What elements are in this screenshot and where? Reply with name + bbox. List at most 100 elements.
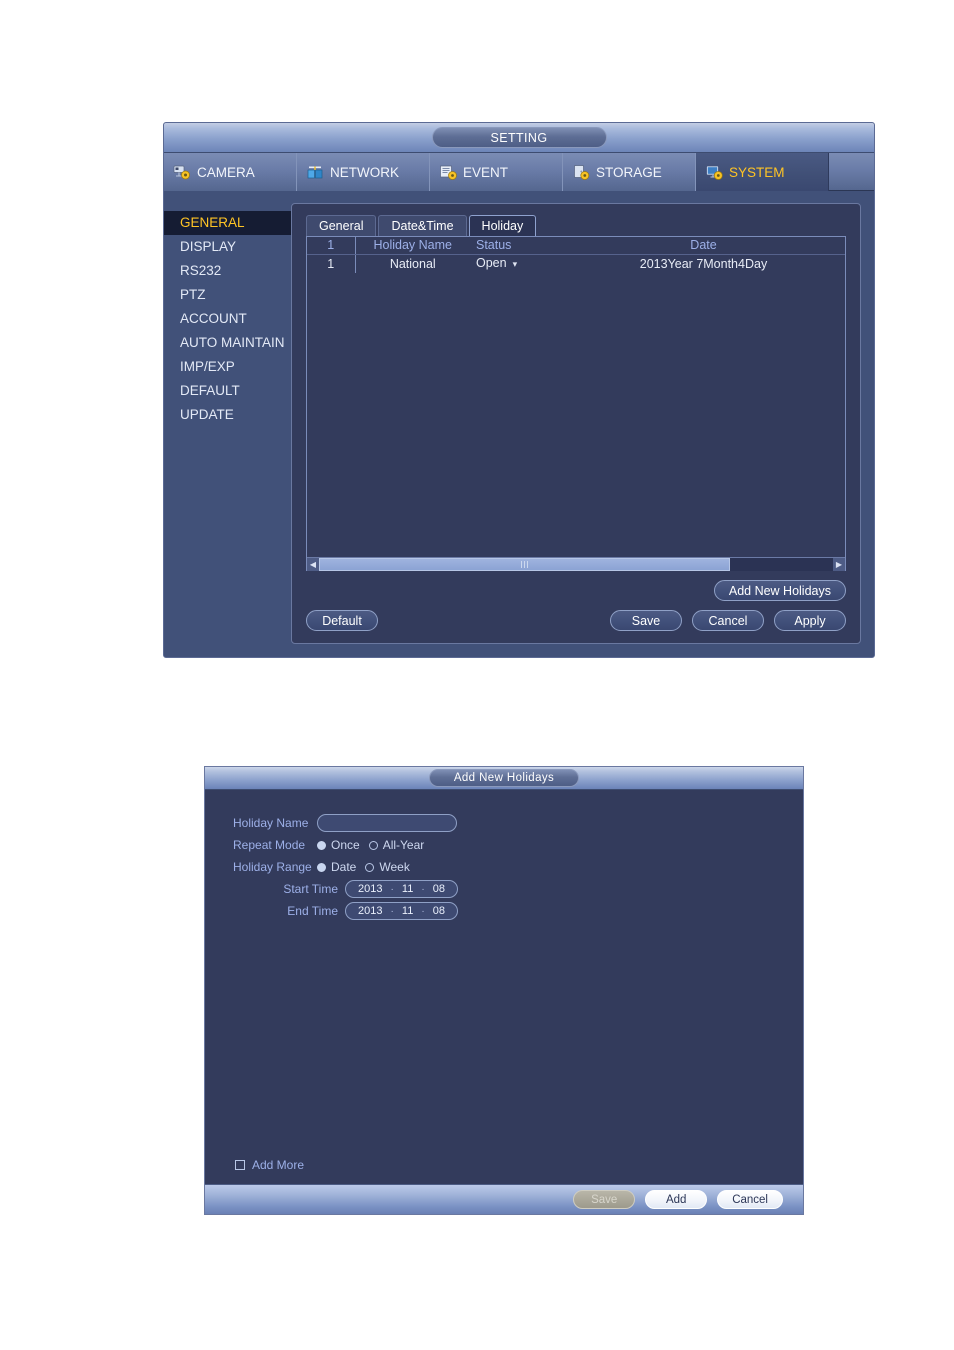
holiday-table: 1 Holiday Name Status Date 1 National Op… — [307, 237, 845, 273]
field-row-holiday-range: Holiday Range Date Week — [233, 856, 803, 878]
radio-icon-all-year[interactable] — [368, 840, 378, 850]
table-header-row: 1 Holiday Name Status Date — [307, 237, 845, 255]
checkbox-icon-add-more[interactable] — [235, 1160, 245, 1170]
sidebar-item-general[interactable]: GENERAL — [164, 211, 291, 235]
topnav-spacer — [829, 153, 874, 190]
start-time-input[interactable]: 2013 · 11 · 08 — [345, 880, 458, 898]
chevron-down-icon[interactable]: ▾ — [513, 259, 518, 269]
end-time-month[interactable]: 11 — [402, 905, 413, 917]
setting-window-titlebar: SETTING — [164, 123, 874, 153]
apply-button[interactable]: Apply — [774, 610, 846, 631]
add-new-holidays-button[interactable]: Add New Holidays — [713, 580, 846, 601]
sidebar-item-ptz[interactable]: PTZ — [164, 283, 291, 307]
cell-holiday-name: National — [389, 256, 436, 271]
field-row-repeat-mode: Repeat Mode Once All-Year — [233, 834, 803, 856]
holiday-table-body: 1 National Open ▾ 2013Year 7Month4Day — [307, 254, 845, 274]
header-status: Status — [470, 237, 562, 255]
field-row-holiday-name: Holiday Name — [233, 812, 803, 834]
cell-date: 2013Year 7Month4Day — [639, 256, 768, 271]
topnav-label-storage: STORAGE — [596, 164, 662, 180]
header-holiday-name: Holiday Name — [355, 237, 470, 255]
sidebar: GENERAL DISPLAY RS232 PTZ ACCOUNT AUTO M… — [164, 203, 291, 657]
field-row-start-time: Start Time 2013 · 11 · 08 — [233, 878, 803, 900]
holiday-range-label: Holiday Range — [233, 860, 312, 874]
header-date: Date — [562, 237, 845, 255]
end-time-year[interactable]: 2013 — [358, 905, 382, 917]
holiday-name-label: Holiday Name — [233, 816, 309, 830]
repeat-mode-label: Repeat Mode — [233, 838, 306, 852]
topnav-item-storage[interactable]: STORAGE — [563, 153, 696, 191]
holiday-range-radio-group: Date Week — [317, 860, 410, 874]
scroll-left-arrow-icon[interactable]: ◀ — [307, 557, 319, 571]
holiday-name-input[interactable] — [317, 814, 457, 832]
default-button[interactable]: Default — [306, 610, 378, 631]
topnav-item-camera[interactable]: CAMERA — [164, 153, 297, 191]
sidebar-item-default[interactable]: DEFAULT — [164, 379, 291, 403]
sidebar-item-update[interactable]: UPDATE — [164, 403, 291, 427]
event-icon — [439, 164, 458, 181]
camera-icon — [173, 164, 192, 181]
scroll-right-arrow-icon[interactable]: ▶ — [833, 557, 845, 571]
start-time-label: Start Time — [283, 882, 338, 896]
content-panel: General Date&Time Holiday 1 Holiday Name… — [291, 203, 861, 644]
radio-icon-week[interactable] — [365, 862, 375, 872]
add-more-checkbox-row[interactable]: Add More — [235, 1158, 304, 1172]
radio-icon-date[interactable] — [317, 862, 326, 872]
topnav-label-system: SYSTEM — [729, 164, 785, 180]
status-value: Open — [476, 256, 507, 270]
start-time-day[interactable]: 08 — [433, 883, 445, 895]
dialog-add-button[interactable]: Add — [645, 1190, 708, 1209]
end-time-day[interactable]: 08 — [433, 905, 445, 917]
subtab-bar: General Date&Time Holiday — [306, 214, 846, 236]
sidebar-item-account[interactable]: ACCOUNT — [164, 307, 291, 331]
panel-action-row: Default Save Cancel Apply — [306, 610, 846, 631]
topnav-item-system[interactable]: SYSTEM — [696, 153, 829, 191]
tab-general[interactable]: General — [306, 215, 377, 236]
topnav-label-network: NETWORK — [330, 164, 399, 180]
cancel-button[interactable]: Cancel — [692, 610, 764, 631]
sidebar-item-imp-exp[interactable]: IMP/EXP — [164, 355, 291, 379]
radio-icon-once[interactable] — [317, 840, 326, 850]
radio-option-week[interactable]: Week — [365, 860, 410, 874]
add-new-holidays-dialog: Add New Holidays Holiday Name Repeat Mod… — [204, 766, 804, 1215]
horizontal-scrollbar[interactable]: ◀ ▶ — [307, 557, 845, 571]
end-time-separator-2: · — [421, 905, 425, 917]
start-time-year[interactable]: 2013 — [358, 883, 382, 895]
topnav-item-network[interactable]: NETWORK — [297, 153, 430, 191]
radio-option-once[interactable]: Once — [317, 838, 360, 852]
table-row[interactable]: 1 National Open ▾ 2013Year 7Month4Day — [307, 254, 845, 274]
radio-label-all-year: All-Year — [382, 838, 425, 852]
end-time-label: End Time — [287, 904, 338, 918]
grip-line — [527, 560, 529, 568]
tab-date-time[interactable]: Date&Time — [378, 215, 467, 236]
radio-option-all-year[interactable]: All-Year — [368, 838, 425, 852]
sidebar-item-display[interactable]: DISPLAY — [164, 235, 291, 259]
setting-window-body: GENERAL DISPLAY RS232 PTZ ACCOUNT AUTO M… — [164, 191, 874, 657]
system-icon — [705, 164, 724, 181]
sidebar-item-auto-maintain[interactable]: AUTO MAINTAIN — [164, 331, 291, 355]
save-button[interactable]: Save — [610, 610, 682, 631]
repeat-mode-radio-group: Once All-Year — [317, 838, 424, 852]
list-empty-space — [307, 273, 845, 557]
tab-holiday[interactable]: Holiday — [468, 215, 537, 236]
dialog-titlebar: Add New Holidays — [205, 767, 803, 790]
topnav-item-event[interactable]: EVENT — [430, 153, 563, 191]
storage-icon — [572, 164, 591, 181]
cell-status[interactable]: Open ▾ — [470, 255, 562, 274]
cell-index: 1 — [307, 254, 356, 273]
radio-label-once: Once — [331, 838, 360, 852]
end-time-input[interactable]: 2013 · 11 · 08 — [345, 902, 458, 920]
dialog-title: Add New Holidays — [429, 769, 579, 787]
start-time-separator-2: · — [421, 883, 425, 895]
scrollbar-track[interactable] — [319, 557, 833, 571]
panel-action-right-group: Save Cancel Apply — [610, 610, 846, 631]
radio-option-date[interactable]: Date — [317, 860, 356, 874]
start-time-month[interactable]: 11 — [402, 883, 413, 895]
scrollbar-thumb[interactable] — [319, 557, 731, 571]
radio-label-date: Date — [331, 860, 357, 874]
dialog-cancel-button[interactable]: Cancel — [717, 1190, 783, 1209]
holiday-table-head: 1 Holiday Name Status Date — [307, 237, 845, 255]
add-holidays-row: Add New Holidays — [306, 580, 846, 601]
setting-window: SETTING CAMERA NETWORK EVENT STORAGE SYS… — [163, 122, 875, 658]
sidebar-item-rs232[interactable]: RS232 — [164, 259, 291, 283]
